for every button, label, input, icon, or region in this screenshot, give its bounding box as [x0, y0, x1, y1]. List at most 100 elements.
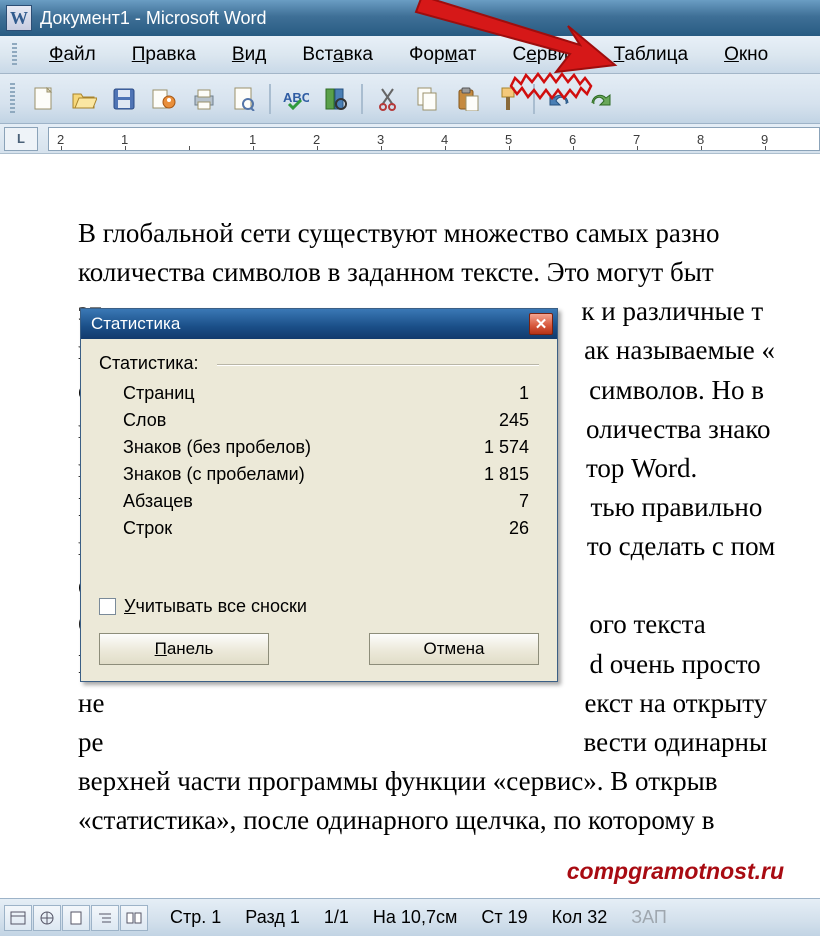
stat-row: Абзацев7: [99, 488, 539, 515]
status-section: Разд 1: [233, 907, 312, 928]
watermark-text: compgramotnost.ru: [567, 855, 784, 888]
ruler-mark: 1: [249, 132, 256, 147]
normal-view-button[interactable]: [4, 905, 32, 931]
stat-label: Строк: [123, 518, 439, 539]
spellcheck-icon: ABC: [283, 88, 309, 110]
menu-window[interactable]: ОкноОкно: [706, 40, 786, 70]
menu-bar: ФФайлайл ПравкаПравка ВидВид ВставкаВста…: [0, 36, 820, 74]
stat-row: Страниц1: [99, 380, 539, 407]
ruler-mark: 6: [569, 132, 576, 147]
permissions-button[interactable]: [147, 82, 181, 116]
status-rec[interactable]: ЗАП: [619, 907, 679, 928]
stat-value: 245: [439, 410, 529, 431]
format-painter-button[interactable]: [491, 82, 525, 116]
normal-view-icon: [10, 911, 26, 925]
doc-line: верхней части программы функции «сервис»…: [78, 762, 820, 801]
toolbar-separator: [533, 84, 535, 114]
cancel-button[interactable]: Отмена: [369, 633, 539, 665]
standard-toolbar: ABC: [0, 74, 820, 124]
toolbar-grip[interactable]: [10, 83, 15, 115]
undo-icon: [548, 89, 572, 109]
menu-view[interactable]: ВидВид: [214, 40, 284, 70]
save-floppy-icon: [113, 88, 135, 110]
dialog-close-button[interactable]: ✕: [529, 313, 553, 335]
stat-value: 7: [439, 491, 529, 512]
doc-line: количества символов в заданном тексте. Э…: [78, 253, 820, 292]
toolbar-separator: [269, 84, 271, 114]
svg-text:ABC: ABC: [283, 90, 309, 105]
print-layout-icon: [68, 911, 84, 925]
outline-view-button[interactable]: [91, 905, 119, 931]
redo-icon: [588, 89, 612, 109]
stat-value: 1 815: [439, 464, 529, 485]
stat-label: Абзацев: [123, 491, 439, 512]
status-at: На 10,7см: [361, 907, 469, 928]
menu-file[interactable]: ФФайлайл: [31, 40, 114, 70]
stat-row: Строк26: [99, 515, 539, 542]
ruler-mark: 5: [505, 132, 512, 147]
tab-selector[interactable]: L: [4, 127, 38, 151]
scissors-icon: [378, 87, 398, 111]
permissions-icon: [152, 87, 176, 111]
ruler-mark: 2: [57, 132, 64, 147]
copy-icon: [417, 87, 439, 111]
print-button[interactable]: [187, 82, 221, 116]
ruler-mark: 3: [377, 132, 384, 147]
reading-view-button[interactable]: [120, 905, 148, 931]
stat-value: 1: [439, 383, 529, 404]
print-preview-button[interactable]: [227, 82, 261, 116]
status-pages: 1/1: [312, 907, 361, 928]
stat-row: Знаков (без пробелов)1 574: [99, 434, 539, 461]
stat-label: Знаков (с пробелами): [123, 464, 439, 485]
ruler-mark: 1: [121, 132, 128, 147]
ruler-bar: L 2112345678910: [0, 124, 820, 154]
app-icon: W: [6, 5, 32, 31]
research-button[interactable]: [319, 82, 353, 116]
new-doc-icon: [33, 87, 55, 111]
include-footnotes-label: УУчитывать все сноскичитывать все сноски: [124, 596, 307, 617]
redo-button[interactable]: [583, 82, 617, 116]
ruler-mark: 2: [313, 132, 320, 147]
menu-tools[interactable]: СервисСервис: [494, 40, 595, 70]
copy-button[interactable]: [411, 82, 445, 116]
print-preview-icon: [233, 87, 255, 111]
research-icon: [325, 87, 347, 111]
save-button[interactable]: [107, 82, 141, 116]
spellcheck-button[interactable]: ABC: [279, 82, 313, 116]
panel-button[interactable]: ПанельПанель: [99, 633, 269, 665]
doc-line: неекст на открыту: [78, 684, 820, 723]
status-page[interactable]: Стр. 1: [158, 907, 233, 928]
paste-icon: [457, 87, 479, 111]
doc-line: В глобальной сети существуют множество с…: [78, 214, 820, 253]
menu-table[interactable]: ТаблицаТаблица: [596, 40, 707, 70]
horizontal-ruler[interactable]: 2112345678910: [48, 127, 820, 151]
menu-insert[interactable]: ВставкаВставка: [284, 40, 391, 70]
print-layout-button[interactable]: [62, 905, 90, 931]
menu-format[interactable]: ФорматФормат: [391, 40, 495, 70]
stat-label: Страниц: [123, 383, 439, 404]
reading-view-icon: [126, 911, 142, 925]
web-view-button[interactable]: [33, 905, 61, 931]
menu-grip[interactable]: [12, 43, 17, 67]
include-footnotes-checkbox[interactable]: [99, 598, 116, 615]
status-line: Ст 19: [469, 907, 539, 928]
open-folder-icon: [71, 88, 97, 110]
paste-button[interactable]: [451, 82, 485, 116]
dialog-title-bar[interactable]: Статистика ✕: [81, 309, 557, 339]
new-doc-button[interactable]: [27, 82, 61, 116]
status-col: Кол 32: [540, 907, 620, 928]
dialog-group-label: Статистика:: [99, 353, 539, 374]
dialog-title: Статистика: [91, 314, 529, 334]
toolbar-separator: [361, 84, 363, 114]
cut-button[interactable]: [371, 82, 405, 116]
web-view-icon: [39, 911, 55, 925]
status-bar: Стр. 1 Разд 1 1/1 На 10,7см Ст 19 Кол 32…: [0, 898, 820, 936]
statistics-dialog: Статистика ✕ Статистика: Страниц1Слов245…: [80, 308, 558, 682]
open-button[interactable]: [67, 82, 101, 116]
ruler-mark: 4: [441, 132, 448, 147]
ruler-mark: 9: [761, 132, 768, 147]
title-bar: W Документ1 - Microsoft Word: [0, 0, 820, 36]
undo-button[interactable]: [543, 82, 577, 116]
stat-row: Слов245: [99, 407, 539, 434]
menu-edit[interactable]: ПравкаПравка: [114, 40, 214, 70]
